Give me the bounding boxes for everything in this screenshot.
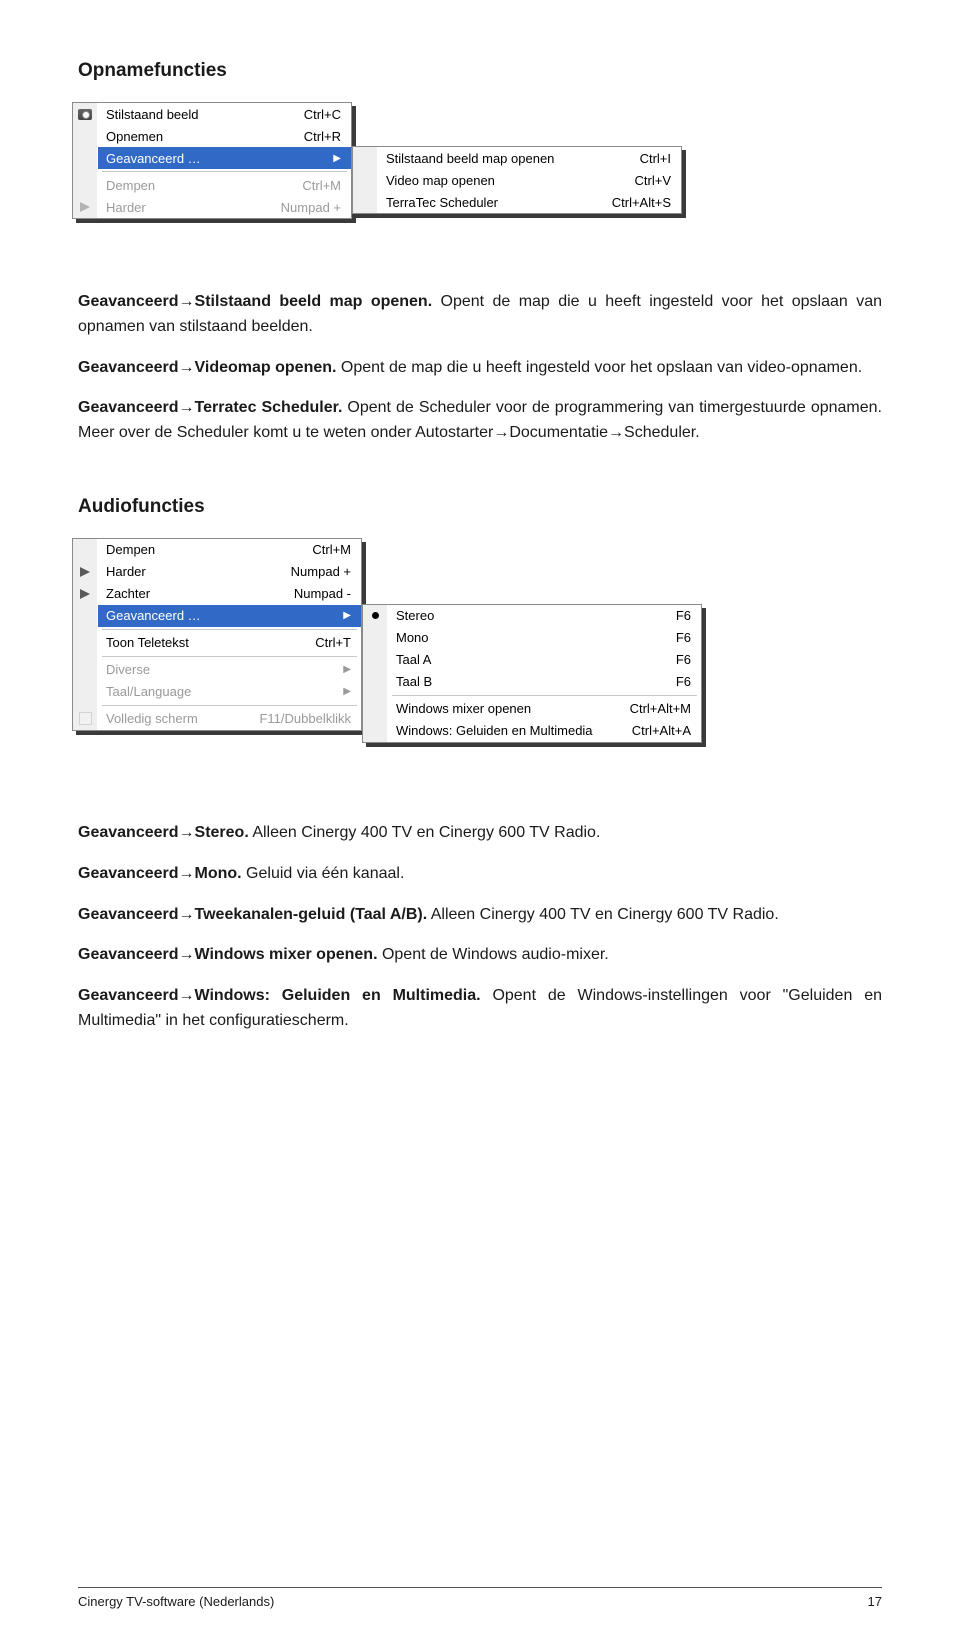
context-menu-left-1: Stilstaand beeld Ctrl+C Opnemen Ctrl+R G… — [72, 102, 352, 219]
volume-up-icon — [80, 567, 90, 577]
menu-item-shortcut: Ctrl+T — [315, 635, 351, 650]
menu-item-label: Windows mixer openen — [396, 701, 531, 716]
menu-item-mono[interactable]: Mono F6 — [388, 627, 701, 649]
menu-screenshot-audio: Dempen Ctrl+M Harder Numpad + Zachter Nu… — [72, 538, 882, 773]
menu-item-shortcut: Numpad + — [291, 564, 351, 579]
menu-item-shortcut: F6 — [676, 608, 691, 623]
chevron-right-icon: ▶ — [343, 664, 351, 675]
menu-item-label: Volledig scherm — [106, 711, 198, 726]
menu-item-label: TerraTec Scheduler — [386, 195, 498, 210]
camera-icon — [78, 109, 92, 120]
page-footer: Cinergy TV-software (Nederlands) 17 — [78, 1587, 882, 1609]
menu-item-taal-a[interactable]: Taal A F6 — [388, 649, 701, 671]
menu-item-stilstaand-map-openen[interactable]: Stilstaand beeld map openen Ctrl+I — [378, 147, 681, 169]
footer-page-number: 17 — [868, 1594, 882, 1609]
paragraph-videomap: Geavanceerd→Videomap openen. Opent de ma… — [78, 356, 882, 381]
fullscreen-icon — [79, 712, 92, 725]
heading-audiofuncties: Audiofuncties — [78, 496, 882, 518]
menu-separator — [102, 629, 357, 630]
menu-screenshot-opname: Stilstaand beeld Ctrl+C Opnemen Ctrl+R G… — [72, 102, 882, 242]
menu-item-shortcut: F6 — [676, 630, 691, 645]
menu-item-shortcut: Ctrl+I — [640, 151, 671, 166]
menu-item-windows-geluiden-multimedia[interactable]: Windows: Geluiden en Multimedia Ctrl+Alt… — [388, 720, 701, 742]
menu-item-shortcut: Ctrl+Alt+M — [630, 701, 691, 716]
menu-item-harder-faded: Harder Numpad + — [98, 196, 351, 218]
menu-item-shortcut: Ctrl+Alt+A — [632, 723, 691, 738]
context-submenu-right-1: Stilstaand beeld map openen Ctrl+I Video… — [352, 146, 682, 214]
menu-item-label: Toon Teletekst — [106, 635, 189, 650]
menu-item-stereo[interactable]: Stereo F6 — [388, 605, 701, 627]
menu-item-shortcut: F11/Dubbelklikk — [259, 711, 351, 726]
menu-item-label: Video map openen — [386, 173, 495, 188]
menu-item-label: Dempen — [106, 542, 155, 557]
menu-item-label: Stilstaand beeld map openen — [386, 151, 554, 166]
menu-item-shortcut: Numpad - — [294, 586, 351, 601]
menu-item-diverse-faded: Diverse ▶ — [98, 659, 361, 681]
volume-down-icon — [80, 589, 90, 599]
paragraph-windows-mixer: Geavanceerd→Windows mixer openen. Opent … — [78, 943, 882, 968]
menu-item-toon-teletekst[interactable]: Toon Teletekst Ctrl+T — [98, 632, 361, 654]
menu-item-label: Diverse — [106, 662, 150, 677]
menu-item-geavanceerd[interactable]: Geavanceerd … ▶ — [98, 147, 351, 169]
menu-item-label: Geavanceerd … — [106, 151, 201, 166]
menu-separator — [392, 695, 697, 696]
menu-item-terratec-scheduler[interactable]: TerraTec Scheduler Ctrl+Alt+S — [378, 191, 681, 213]
chevron-right-icon: ▶ — [343, 610, 351, 621]
menu-item-shortcut: Ctrl+C — [304, 107, 341, 122]
volume-icon — [80, 202, 90, 212]
menu-item-windows-mixer-openen[interactable]: Windows mixer openen Ctrl+Alt+M — [388, 698, 701, 720]
paragraph-terratec-scheduler: Geavanceerd→Terratec Scheduler. Opent de… — [78, 396, 882, 446]
context-submenu-right-2: Stereo F6 Mono F6 Taal A F6 Taal B F6 — [362, 604, 702, 743]
menu-item-label: Taal/Language — [106, 684, 191, 699]
menu-separator — [102, 705, 357, 706]
menu-item-shortcut: Ctrl+M — [302, 178, 341, 193]
menu-item-geavanceerd-2[interactable]: Geavanceerd … ▶ — [98, 605, 361, 627]
menu-item-label: Harder — [106, 564, 146, 579]
menu-item-stilstaand-beeld[interactable]: Stilstaand beeld Ctrl+C — [98, 103, 351, 125]
paragraph-stilstaand-map: Geavanceerd→Stilstaand beeld map openen.… — [78, 290, 882, 340]
chevron-right-icon: ▶ — [343, 686, 351, 697]
menu-item-label: Taal A — [396, 652, 431, 667]
menu-item-label: Taal B — [396, 674, 432, 689]
paragraph-windows-geluiden: Geavanceerd→Windows: Geluiden en Multime… — [78, 984, 882, 1034]
menu-item-video-map-openen[interactable]: Video map openen Ctrl+V — [378, 169, 681, 191]
radio-selected-icon — [372, 612, 379, 619]
paragraph-mono: Geavanceerd→Mono. Geluid via één kanaal. — [78, 862, 882, 887]
menu-item-label: Stereo — [396, 608, 434, 623]
menu-item-shortcut: F6 — [676, 652, 691, 667]
menu-item-volledig-scherm-faded: Volledig scherm F11/Dubbelklikk — [98, 708, 361, 730]
menu-item-shortcut: Ctrl+R — [304, 129, 341, 144]
menu-item-label: Opnemen — [106, 129, 163, 144]
menu-item-taal-b[interactable]: Taal B F6 — [388, 671, 701, 693]
menu-item-shortcut: Numpad + — [281, 200, 341, 215]
menu-item-label: Stilstaand beeld — [106, 107, 199, 122]
menu-item-zachter[interactable]: Zachter Numpad - — [98, 583, 361, 605]
menu-separator — [102, 656, 357, 657]
chevron-right-icon: ▶ — [333, 153, 341, 164]
menu-item-dempen-faded: Dempen Ctrl+M — [98, 174, 351, 196]
menu-item-harder[interactable]: Harder Numpad + — [98, 561, 361, 583]
menu-item-label: Windows: Geluiden en Multimedia — [396, 723, 593, 738]
menu-item-label: Dempen — [106, 178, 155, 193]
menu-item-opnemen[interactable]: Opnemen Ctrl+R — [98, 125, 351, 147]
menu-item-shortcut: F6 — [676, 674, 691, 689]
footer-title: Cinergy TV-software (Nederlands) — [78, 1594, 274, 1609]
menu-item-taal-faded: Taal/Language ▶ — [98, 681, 361, 703]
menu-item-shortcut: Ctrl+Alt+S — [612, 195, 671, 210]
paragraph-tweekanalen: Geavanceerd→Tweekanalen-geluid (Taal A/B… — [78, 903, 882, 928]
menu-separator — [102, 171, 347, 172]
menu-item-label: Mono — [396, 630, 429, 645]
menu-item-label: Geavanceerd … — [106, 608, 201, 623]
menu-item-label: Zachter — [106, 586, 150, 601]
paragraph-stereo: Geavanceerd→Stereo. Alleen Cinergy 400 T… — [78, 821, 882, 846]
heading-opnamefuncties: Opnamefuncties — [78, 60, 882, 82]
context-menu-left-2: Dempen Ctrl+M Harder Numpad + Zachter Nu… — [72, 538, 362, 731]
menu-item-label: Harder — [106, 200, 146, 215]
menu-item-dempen[interactable]: Dempen Ctrl+M — [98, 539, 361, 561]
menu-item-shortcut: Ctrl+V — [635, 173, 671, 188]
menu-item-shortcut: Ctrl+M — [312, 542, 351, 557]
